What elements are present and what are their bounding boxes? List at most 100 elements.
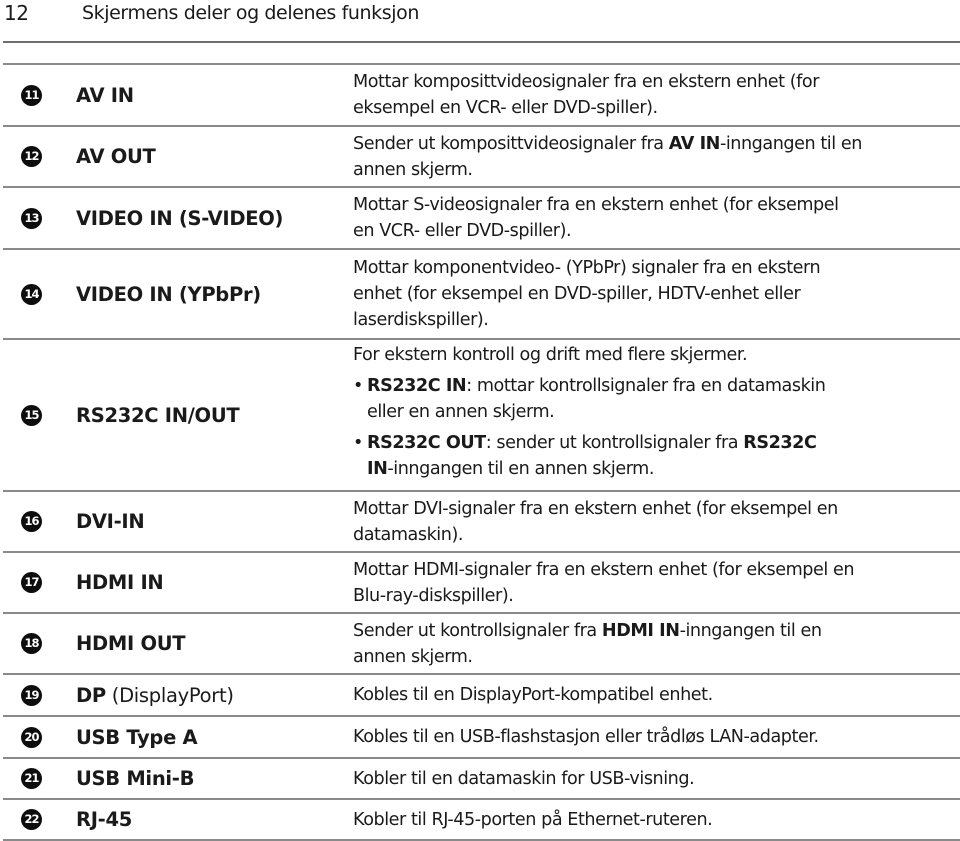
table-row: 14 VIDEO IN (YPbPr) Mottar komponentvide… xyxy=(3,250,960,340)
number-badge-icon: 14 xyxy=(21,283,42,305)
connector-cell: 17 HDMI IN xyxy=(3,553,353,612)
description-line: Mottar HDMI-signaler fra en ekstern enhe… xyxy=(353,559,855,580)
connector-label: RS232C IN/OUT xyxy=(76,403,240,427)
description-bold-term: AV IN xyxy=(668,133,721,154)
description-line: Kobles til en DisplayPort-kompatibel enh… xyxy=(353,685,713,705)
description-line: Sender ut komposittvideosignaler fra AV … xyxy=(353,131,960,157)
description-line: Mottar DVI-signaler fra en ekstern enhet… xyxy=(353,498,838,519)
header-divider xyxy=(3,41,960,43)
number-badge-icon: 21 xyxy=(21,768,42,789)
description-bold-term: RS232C xyxy=(743,433,817,453)
number-badge-icon: 13 xyxy=(21,207,42,229)
connector-label: HDMI IN xyxy=(76,571,164,594)
description-text: -inngangen til en xyxy=(719,133,862,154)
connector-cell: 21 USB Mini-B xyxy=(3,759,353,798)
page-header: 12 Skjermens deler og delenes funksjon xyxy=(0,0,960,43)
description-cell: Mottar DVI-signaler fra en ekstern enhet… xyxy=(353,492,960,551)
number-badge-icon: 12 xyxy=(21,146,42,167)
connector-cell: 22 RJ-45 xyxy=(3,800,353,839)
bullet-icon: • xyxy=(353,376,363,396)
table-row: 13 VIDEO IN (S-VIDEO) Mottar S-videosign… xyxy=(3,188,960,250)
connector-label-bold: DP xyxy=(76,683,106,707)
description-cell: Mottar komposittvideosignaler fra en eks… xyxy=(353,65,960,125)
table-row: 11 AV IN Mottar komposittvideosignaler f… xyxy=(3,65,960,127)
number-badge-icon: 15 xyxy=(21,404,42,426)
connector-label: AV OUT xyxy=(76,145,156,168)
page-title: Skjermens deler og delenes funksjon xyxy=(82,2,419,24)
table-row: 15 RS232C IN/OUT For ekstern kontroll og… xyxy=(3,340,960,492)
number-badge-icon: 18 xyxy=(21,633,42,654)
description-line: annen skjerm. xyxy=(353,159,473,180)
description-cell: For ekstern kontroll og drift med flere … xyxy=(353,340,960,490)
description-line: Kobler til en datamaskin for USB-visning… xyxy=(353,768,695,789)
description-cell: Kobles til en DisplayPort-kompatibel enh… xyxy=(353,675,960,715)
description-line: IN-inngangen til en annen skjerm. xyxy=(367,456,816,482)
bullet-item: • RS232C IN: mottar kontrollsignaler fra… xyxy=(353,373,960,425)
number-badge-icon: 16 xyxy=(21,511,42,532)
connector-label: AV IN xyxy=(76,83,134,107)
number-badge-icon: 11 xyxy=(21,84,42,106)
description-text: : mottar kontrollsignaler fra en datamas… xyxy=(466,376,826,396)
description-line: RS232C OUT: sender ut kontrollsignaler f… xyxy=(367,430,817,456)
description-bold-term: IN xyxy=(367,459,388,479)
description-cell: Mottar S-videosignaler fra en ekstern en… xyxy=(353,188,960,248)
connector-cell: 12 AV OUT xyxy=(3,127,353,186)
table-row: 22 RJ-45 Kobler til RJ-45-porten på Ethe… xyxy=(3,800,960,841)
connector-table: 11 AV IN Mottar komposittvideosignaler f… xyxy=(3,63,960,841)
number-badge-icon: 17 xyxy=(21,572,42,593)
table-row: 16 DVI-IN Mottar DVI-signaler fra en eks… xyxy=(3,492,960,553)
description-line: Mottar komponentvideo- (YPbPr) signaler … xyxy=(353,258,821,278)
table-row: 12 AV OUT Sender ut komposittvideosignal… xyxy=(3,127,960,188)
number-badge-icon: 20 xyxy=(21,726,42,748)
connector-cell: 13 VIDEO IN (S-VIDEO) xyxy=(3,188,353,248)
connector-cell: 15 RS232C IN/OUT xyxy=(3,340,353,490)
table-row: 19 DP (DisplayPort) Kobles til en Displa… xyxy=(3,675,960,717)
connector-cell: 16 DVI-IN xyxy=(3,492,353,551)
bullet-item: • RS232C OUT: sender ut kontrollsignaler… xyxy=(353,430,960,482)
connector-label: VIDEO IN (YPbPr) xyxy=(76,282,261,306)
connector-cell: 19 DP (DisplayPort) xyxy=(3,675,353,715)
description-text: -inngangen til en xyxy=(679,620,822,641)
description-line: Kobles til en USB-flashstasjon eller trå… xyxy=(353,727,819,747)
connector-cell: 14 VIDEO IN (YPbPr) xyxy=(3,250,353,338)
table-row: 18 HDMI OUT Sender ut kontrollsignaler f… xyxy=(3,614,960,675)
description-line: eksempel en VCR- eller DVD-spiller). xyxy=(353,98,658,118)
description-intro: For ekstern kontroll og drift med flere … xyxy=(353,345,748,365)
description-line: eller en annen skjerm. xyxy=(367,402,555,422)
connector-label: USB Mini-B xyxy=(76,767,195,790)
connector-cell: 18 HDMI OUT xyxy=(3,614,353,673)
table-row: 17 HDMI IN Mottar HDMI-signaler fra en e… xyxy=(3,553,960,614)
bullet-icon: • xyxy=(353,433,363,453)
description-text: : sender ut kontrollsignaler fra xyxy=(485,433,744,453)
connector-label: RJ-45 xyxy=(76,808,133,831)
description-line: en VCR- eller DVD-spiller). xyxy=(353,221,572,241)
description-line: laserdiskspiller). xyxy=(353,310,489,330)
description-text: Sender ut kontrollsignaler fra xyxy=(353,620,602,641)
connector-label: USB Type A xyxy=(76,725,198,749)
connector-label: HDMI OUT xyxy=(76,632,186,655)
description-bold-term: RS232C IN xyxy=(367,376,467,396)
connector-label: DVI-IN xyxy=(76,510,145,533)
description-line: annen skjerm. xyxy=(353,646,473,667)
number-badge-icon: 19 xyxy=(21,684,42,706)
description-cell: Sender ut komposittvideosignaler fra AV … xyxy=(353,127,960,186)
connector-label: VIDEO IN (S-VIDEO) xyxy=(76,206,284,230)
description-cell: Kobles til en USB-flashstasjon eller trå… xyxy=(353,717,960,757)
connector-label-detail: (DisplayPort) xyxy=(105,683,234,707)
description-cell: Mottar HDMI-signaler fra en ekstern enhe… xyxy=(353,553,960,612)
description-cell: Sender ut kontrollsignaler fra HDMI IN-i… xyxy=(353,614,960,673)
description-line: Mottar komposittvideosignaler fra en eks… xyxy=(353,72,820,92)
connector-label: DP (DisplayPort) xyxy=(76,684,234,707)
connector-cell: 11 AV IN xyxy=(3,65,353,125)
description-line: datamaskin). xyxy=(353,524,463,545)
description-line: RS232C IN: mottar kontrollsignaler fra e… xyxy=(367,373,826,399)
table-row: 20 USB Type A Kobles til en USB-flashsta… xyxy=(3,717,960,759)
number-badge-icon: 22 xyxy=(21,809,42,830)
description-text: -inngangen til en annen skjerm. xyxy=(387,459,655,479)
description-line: Mottar S-videosignaler fra en ekstern en… xyxy=(353,195,839,215)
connector-cell: 20 USB Type A xyxy=(3,717,353,757)
description-text: Sender ut komposittvideosignaler fra xyxy=(353,133,669,154)
table-row: 21 USB Mini-B Kobler til en datamaskin f… xyxy=(3,759,960,800)
description-cell: Mottar komponentvideo- (YPbPr) signaler … xyxy=(353,250,960,338)
description-bold-term: RS232C OUT xyxy=(367,433,486,453)
